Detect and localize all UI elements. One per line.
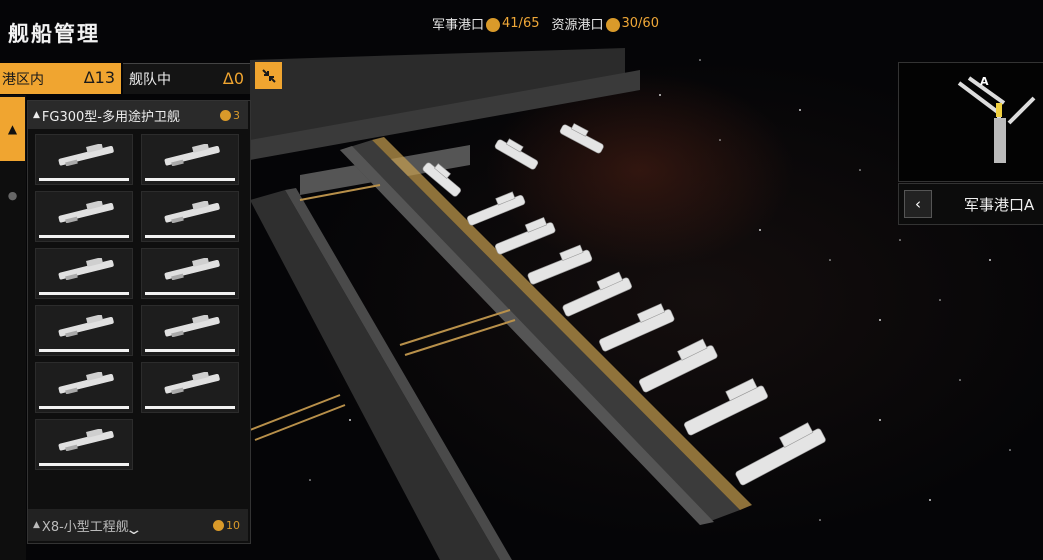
health-bar	[39, 406, 129, 409]
resource-coin-icon	[605, 17, 620, 32]
expand-triangle-icon: ▲	[33, 110, 40, 120]
ship-card[interactable]	[35, 191, 133, 242]
ship-card[interactable]	[35, 362, 133, 413]
ship-card[interactable]	[35, 248, 133, 299]
health-bar	[39, 235, 129, 238]
frigate-icon	[164, 144, 220, 166]
collapse-button[interactable]	[255, 62, 282, 89]
health-bar	[145, 349, 235, 352]
group-count: 10	[213, 519, 240, 532]
side-category-column	[0, 95, 26, 560]
ship-card[interactable]	[35, 305, 133, 356]
frigate-icon	[58, 372, 114, 394]
health-bar	[145, 292, 235, 295]
back-chevron-icon[interactable]: ‹	[904, 190, 932, 218]
side-tab-frigate[interactable]: ▲	[0, 97, 25, 161]
minimap-marker: A	[980, 75, 989, 88]
minimap-station	[957, 76, 1036, 163]
resource-port-label: 资源港口	[551, 18, 604, 33]
group-label: X8-小型工程舰	[41, 519, 129, 535]
health-bar	[39, 178, 129, 181]
scroll-down-icon[interactable]: ⌄	[124, 522, 143, 538]
ship-card[interactable]	[35, 419, 133, 470]
resource-coin-icon	[213, 519, 224, 531]
ship-tabs: 港区内 Δ13 舰队中 Δ0	[0, 63, 250, 94]
frigate-icon	[164, 315, 220, 337]
tab-in-fleet-count: Δ0	[222, 69, 244, 88]
frigate-icon	[164, 372, 220, 394]
resource-port-value: 30/60	[621, 16, 659, 31]
military-port-label: 军事港口	[432, 18, 485, 33]
frigate-icon	[58, 315, 114, 337]
health-bar	[145, 235, 235, 238]
frigate-icon	[164, 258, 220, 280]
tab-in-fleet[interactable]: 舰队中 Δ0	[123, 63, 250, 94]
group-count: 3	[220, 109, 240, 122]
port-selector: ‹ 军事港口A	[898, 183, 1043, 225]
frigate-icon	[164, 201, 220, 223]
tab-in-port-count: Δ13	[83, 68, 115, 87]
health-bar	[145, 406, 235, 409]
ship-card[interactable]	[141, 134, 239, 185]
health-bar	[39, 349, 129, 352]
frigate-icon	[58, 144, 114, 166]
group-header-frigate[interactable]: ▲ FG300型-多用途护卫舰 3	[28, 101, 248, 129]
tab-in-fleet-label: 舰队中	[129, 72, 171, 88]
page-title: 舰船管理	[8, 22, 100, 46]
frigate-icon	[58, 201, 114, 223]
tab-in-port-label: 港区内	[2, 71, 44, 88]
health-bar	[39, 292, 129, 295]
health-bar	[39, 463, 129, 466]
minimap[interactable]: A	[898, 62, 1043, 182]
resource-coin-icon	[486, 17, 501, 32]
frigate-icon	[58, 429, 114, 451]
side-tab-engineering[interactable]: ●	[0, 180, 25, 210]
resource-bar: 军事港口 41/65 资源港口 30/60	[432, 14, 671, 33]
ship-card[interactable]	[35, 134, 133, 185]
tab-in-port[interactable]: 港区内 Δ13	[0, 63, 121, 94]
expand-triangle-icon: ▲	[33, 520, 40, 530]
port-name: 军事港口A	[964, 196, 1035, 214]
military-port-value: 41/65	[502, 16, 540, 31]
ship-card[interactable]	[141, 191, 239, 242]
health-bar	[145, 178, 235, 181]
ship-card[interactable]	[141, 248, 239, 299]
ship-list-panel: ▲ FG300型-多用途护卫舰 3 ▲ X8-小型工程舰 10	[27, 100, 251, 544]
ship-card[interactable]	[141, 305, 239, 356]
group-label: FG300型-多用途护卫舰	[41, 109, 180, 125]
collapse-icon	[261, 68, 276, 83]
resource-coin-icon	[220, 109, 231, 121]
ship-card[interactable]	[141, 362, 239, 413]
frigate-icon	[58, 258, 114, 280]
